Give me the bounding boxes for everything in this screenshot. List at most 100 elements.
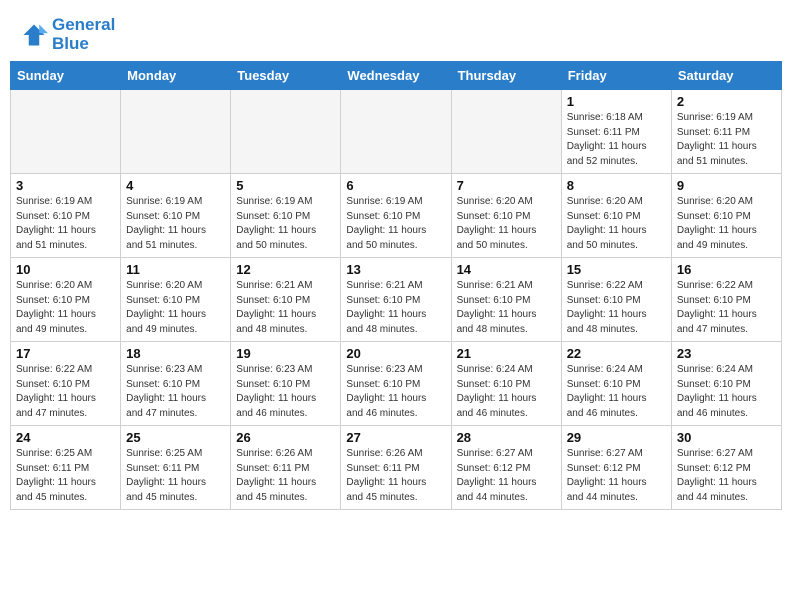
day-detail: Sunrise: 6:20 AM Sunset: 6:10 PM Dayligh…: [457, 195, 556, 253]
day-detail: Sunrise: 6:22 AM Sunset: 6:10 PM Dayligh…: [677, 279, 776, 337]
day-detail: Sunrise: 6:20 AM Sunset: 6:10 PM Dayligh…: [126, 279, 225, 337]
day-detail: Sunrise: 6:27 AM Sunset: 6:12 PM Dayligh…: [677, 447, 776, 505]
day-detail: Sunrise: 6:21 AM Sunset: 6:10 PM Dayligh…: [346, 279, 445, 337]
day-detail: Sunrise: 6:24 AM Sunset: 6:10 PM Dayligh…: [567, 363, 666, 421]
day-number: 15: [567, 262, 666, 277]
calendar-cell: 29 Sunrise: 6:27 AM Sunset: 6:12 PM Dayli…: [561, 426, 671, 510]
calendar-cell: 8Sunrise: 6:20 AM Sunset: 6:10 PM Daylig…: [561, 174, 671, 258]
week-row-2: 10 Sunrise: 6:20 AM Sunset: 6:10 PM Dayli…: [11, 258, 782, 342]
calendar-cell: 2 Sunrise: 6:19 AM Sunset: 6:11 PM Daylig…: [671, 90, 781, 174]
calendar-cell: 18 Sunrise: 6:23 AM Sunset: 6:10 PM Dayli…: [121, 342, 231, 426]
calendar-cell: 9 Sunrise: 6:20 AM Sunset: 6:10 PM Daylig…: [671, 174, 781, 258]
calendar-table: SundayMondayTuesdayWednesdayThursdayFrid…: [10, 61, 782, 510]
day-number: 11: [126, 262, 225, 277]
day-number: 10: [16, 262, 115, 277]
day-detail: Sunrise: 6:23 AM Sunset: 6:10 PM Dayligh…: [346, 363, 445, 421]
day-detail: Sunrise: 6:26 AM Sunset: 6:11 PM Dayligh…: [346, 447, 445, 505]
week-row-3: 17 Sunrise: 6:22 AM Sunset: 6:10 PM Dayli…: [11, 342, 782, 426]
header: General Blue: [0, 0, 792, 61]
logo-general: General: [52, 15, 115, 34]
weekday-header-wednesday: Wednesday: [341, 62, 451, 90]
day-number: 9: [677, 178, 776, 193]
weekday-header-row: SundayMondayTuesdayWednesdayThursdayFrid…: [11, 62, 782, 90]
day-number: 6: [346, 178, 445, 193]
weekday-header-thursday: Thursday: [451, 62, 561, 90]
logo-icon: [20, 21, 48, 49]
calendar-cell: 22 Sunrise: 6:24 AM Sunset: 6:10 PM Dayli…: [561, 342, 671, 426]
week-row-4: 24 Sunrise: 6:25 AM Sunset: 6:11 PM Dayli…: [11, 426, 782, 510]
day-detail: Sunrise: 6:20 AM Sunset: 6:10 PM Dayligh…: [677, 195, 776, 253]
day-number: 28: [457, 430, 556, 445]
calendar-cell: 14 Sunrise: 6:21 AM Sunset: 6:10 PM Dayli…: [451, 258, 561, 342]
day-detail: Sunrise: 6:19 AM Sunset: 6:10 PM Dayligh…: [126, 195, 225, 253]
calendar-cell: 19Sunrise: 6:23 AM Sunset: 6:10 PM Dayli…: [231, 342, 341, 426]
day-number: 16: [677, 262, 776, 277]
day-detail: Sunrise: 6:19 AM Sunset: 6:10 PM Dayligh…: [16, 195, 115, 253]
day-number: 5: [236, 178, 335, 193]
day-number: 2: [677, 94, 776, 109]
day-number: 30: [677, 430, 776, 445]
calendar-cell: 7 Sunrise: 6:20 AM Sunset: 6:10 PM Daylig…: [451, 174, 561, 258]
day-detail: Sunrise: 6:21 AM Sunset: 6:10 PM Dayligh…: [457, 279, 556, 337]
calendar-cell: 4 Sunrise: 6:19 AM Sunset: 6:10 PM Daylig…: [121, 174, 231, 258]
weekday-header-monday: Monday: [121, 62, 231, 90]
calendar-cell: 13Sunrise: 6:21 AM Sunset: 6:10 PM Dayli…: [341, 258, 451, 342]
day-number: 29: [567, 430, 666, 445]
calendar-cell: 28 Sunrise: 6:27 AM Sunset: 6:12 PM Dayli…: [451, 426, 561, 510]
calendar-cell: 6 Sunrise: 6:19 AM Sunset: 6:10 PM Daylig…: [341, 174, 451, 258]
calendar-cell: 12 Sunrise: 6:21 AM Sunset: 6:10 PM Dayli…: [231, 258, 341, 342]
calendar-cell: 5 Sunrise: 6:19 AM Sunset: 6:10 PM Daylig…: [231, 174, 341, 258]
weekday-header-sunday: Sunday: [11, 62, 121, 90]
day-number: 18: [126, 346, 225, 361]
calendar-cell: 23Sunrise: 6:24 AM Sunset: 6:10 PM Dayli…: [671, 342, 781, 426]
day-detail: Sunrise: 6:25 AM Sunset: 6:11 PM Dayligh…: [126, 447, 225, 505]
day-detail: Sunrise: 6:20 AM Sunset: 6:10 PM Dayligh…: [567, 195, 666, 253]
week-row-1: 3Sunrise: 6:19 AM Sunset: 6:10 PM Daylig…: [11, 174, 782, 258]
day-detail: Sunrise: 6:22 AM Sunset: 6:10 PM Dayligh…: [16, 363, 115, 421]
day-number: 24: [16, 430, 115, 445]
day-detail: Sunrise: 6:20 AM Sunset: 6:10 PM Dayligh…: [16, 279, 115, 337]
calendar-cell: 30 Sunrise: 6:27 AM Sunset: 6:12 PM Dayli…: [671, 426, 781, 510]
day-detail: Sunrise: 6:19 AM Sunset: 6:10 PM Dayligh…: [346, 195, 445, 253]
calendar-cell: 25 Sunrise: 6:25 AM Sunset: 6:11 PM Dayli…: [121, 426, 231, 510]
day-number: 26: [236, 430, 335, 445]
day-number: 1: [567, 94, 666, 109]
logo: General Blue: [20, 16, 115, 53]
day-detail: Sunrise: 6:21 AM Sunset: 6:10 PM Dayligh…: [236, 279, 335, 337]
weekday-header-saturday: Saturday: [671, 62, 781, 90]
calendar-cell: 1 Sunrise: 6:18 AM Sunset: 6:11 PM Daylig…: [561, 90, 671, 174]
calendar-cell: 10 Sunrise: 6:20 AM Sunset: 6:10 PM Dayli…: [11, 258, 121, 342]
day-detail: Sunrise: 6:18 AM Sunset: 6:11 PM Dayligh…: [567, 111, 666, 169]
day-number: 12: [236, 262, 335, 277]
day-detail: Sunrise: 6:19 AM Sunset: 6:11 PM Dayligh…: [677, 111, 776, 169]
day-number: 27: [346, 430, 445, 445]
calendar-cell: 26Sunrise: 6:26 AM Sunset: 6:11 PM Dayli…: [231, 426, 341, 510]
day-number: 7: [457, 178, 556, 193]
day-number: 25: [126, 430, 225, 445]
calendar-cell: 20Sunrise: 6:23 AM Sunset: 6:10 PM Dayli…: [341, 342, 451, 426]
day-detail: Sunrise: 6:22 AM Sunset: 6:10 PM Dayligh…: [567, 279, 666, 337]
calendar-cell: 3Sunrise: 6:19 AM Sunset: 6:10 PM Daylig…: [11, 174, 121, 258]
calendar-container: SundayMondayTuesdayWednesdayThursdayFrid…: [0, 61, 792, 520]
calendar-cell: [121, 90, 231, 174]
day-number: 22: [567, 346, 666, 361]
calendar-body: 1 Sunrise: 6:18 AM Sunset: 6:11 PM Daylig…: [11, 90, 782, 510]
day-detail: Sunrise: 6:25 AM Sunset: 6:11 PM Dayligh…: [16, 447, 115, 505]
day-detail: Sunrise: 6:19 AM Sunset: 6:10 PM Dayligh…: [236, 195, 335, 253]
day-number: 4: [126, 178, 225, 193]
day-number: 14: [457, 262, 556, 277]
day-detail: Sunrise: 6:23 AM Sunset: 6:10 PM Dayligh…: [126, 363, 225, 421]
week-row-0: 1 Sunrise: 6:18 AM Sunset: 6:11 PM Daylig…: [11, 90, 782, 174]
calendar-cell: 27 Sunrise: 6:26 AM Sunset: 6:11 PM Dayli…: [341, 426, 451, 510]
day-number: 21: [457, 346, 556, 361]
day-detail: Sunrise: 6:24 AM Sunset: 6:10 PM Dayligh…: [457, 363, 556, 421]
calendar-cell: 16 Sunrise: 6:22 AM Sunset: 6:10 PM Dayli…: [671, 258, 781, 342]
day-detail: Sunrise: 6:27 AM Sunset: 6:12 PM Dayligh…: [457, 447, 556, 505]
calendar-cell: 21 Sunrise: 6:24 AM Sunset: 6:10 PM Dayli…: [451, 342, 561, 426]
day-number: 17: [16, 346, 115, 361]
page: General Blue SundayMondayTuesdayWednesda…: [0, 0, 792, 612]
calendar-cell: 17 Sunrise: 6:22 AM Sunset: 6:10 PM Dayli…: [11, 342, 121, 426]
calendar-cell: 15 Sunrise: 6:22 AM Sunset: 6:10 PM Dayli…: [561, 258, 671, 342]
day-number: 19: [236, 346, 335, 361]
day-detail: Sunrise: 6:27 AM Sunset: 6:12 PM Dayligh…: [567, 447, 666, 505]
